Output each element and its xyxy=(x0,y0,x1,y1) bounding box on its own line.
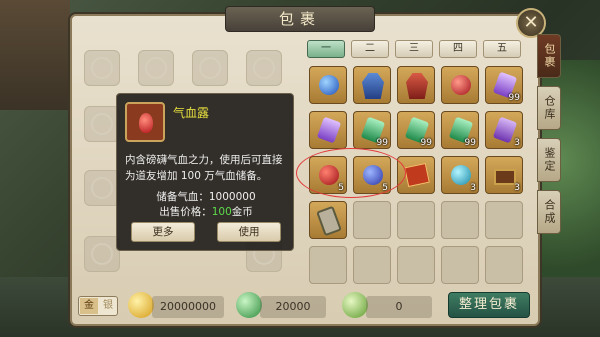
jade-icon xyxy=(236,292,262,318)
organize-bag-button[interactable]: 整理包裹 xyxy=(448,292,530,318)
red-robe-icon xyxy=(406,73,428,99)
building-roof xyxy=(0,0,70,110)
bind-toggle[interactable]: 金 银 xyxy=(78,296,118,316)
gold-coin-icon xyxy=(128,292,154,318)
gold-toggle-label: 金 xyxy=(80,298,98,314)
silver-toggle-label: 银 xyxy=(103,300,113,311)
panel-title: 包裹 xyxy=(225,6,375,32)
inventory-slot[interactable] xyxy=(309,111,347,149)
close-icon: ✕ xyxy=(523,12,539,33)
purple-crystal-icon xyxy=(316,116,342,144)
inventory-slot-empty[interactable] xyxy=(485,201,523,239)
inventory-slot[interactable]: 99 xyxy=(485,66,523,104)
inventory-slot-empty[interactable] xyxy=(397,201,435,239)
more-button[interactable]: 更多 xyxy=(131,222,195,242)
inventory-slot[interactable]: 3 xyxy=(485,111,523,149)
inventory-slot[interactable]: 99 xyxy=(397,111,435,149)
treasure-box-icon xyxy=(494,169,516,185)
price-value: 100 xyxy=(211,206,232,218)
inventory-slot[interactable] xyxy=(309,201,347,239)
tab-page-4[interactable]: 四 xyxy=(439,40,477,58)
inventory-slot-empty[interactable] xyxy=(353,246,391,284)
gourd-icon xyxy=(342,292,368,318)
highlight-ring xyxy=(296,148,406,198)
stat-label: 储备气血： xyxy=(156,191,209,203)
cyan-orb-icon xyxy=(451,165,471,185)
scroll-icon xyxy=(316,205,342,237)
item-tooltip: 气血露 内含磅礴气血之力，使用后可直接为道友增加 100 万气血储备。 储备气血… xyxy=(116,93,294,251)
price-unit: 金币 xyxy=(231,206,253,218)
price-label: 出售价格： xyxy=(159,206,212,218)
inventory-slot[interactable] xyxy=(309,66,347,104)
inventory-slot-empty[interactable] xyxy=(397,246,435,284)
side-tab-warehouse[interactable]: 仓库 xyxy=(537,86,561,130)
inventory-slot[interactable] xyxy=(441,66,479,104)
gold-amount: 20000000 xyxy=(152,296,224,318)
gourd-amount: 0 xyxy=(366,296,432,318)
tab-page-5[interactable]: 五 xyxy=(483,40,521,58)
jade-amount: 20000 xyxy=(260,296,326,318)
inventory-slot-empty[interactable] xyxy=(353,201,391,239)
equip-slot-sword[interactable] xyxy=(84,106,120,142)
equip-slot-boots[interactable] xyxy=(84,170,120,206)
red-potion-icon xyxy=(125,102,165,142)
currency-bar: 金 银 20000000 20000 0 整理包裹 xyxy=(78,292,538,322)
tab-page-3[interactable]: 三 xyxy=(395,40,433,58)
blue-robe-icon xyxy=(362,73,384,99)
inventory-slot[interactable] xyxy=(397,66,435,104)
red-book-icon xyxy=(404,162,430,188)
inventory-slot-empty[interactable] xyxy=(485,246,523,284)
equip-slot-bracelet[interactable] xyxy=(84,236,120,272)
stat-value: 1000000 xyxy=(208,191,256,203)
inventory-slot[interactable]: 3 xyxy=(441,156,479,194)
inventory-slot-empty[interactable] xyxy=(309,246,347,284)
side-tab-bag[interactable]: 包裹 xyxy=(537,34,561,78)
equip-slot-weapon[interactable] xyxy=(138,50,174,86)
inventory-slot-empty[interactable] xyxy=(441,246,479,284)
side-tab-identify[interactable]: 鉴定 xyxy=(537,138,561,182)
equip-slot-armor[interactable] xyxy=(192,50,228,86)
blue-orb-icon xyxy=(319,75,339,95)
equip-slot-ring[interactable] xyxy=(246,50,282,86)
use-button[interactable]: 使用 xyxy=(217,222,281,242)
item-price: 出售价格：100金币 xyxy=(117,204,295,219)
inventory-slot-empty[interactable] xyxy=(441,201,479,239)
inventory-slot[interactable]: 99 xyxy=(441,111,479,149)
inventory-slot[interactable]: 99 xyxy=(353,111,391,149)
tab-page-2[interactable]: 二 xyxy=(351,40,389,58)
equip-slot-necklace[interactable] xyxy=(84,50,120,86)
inventory-slot[interactable]: 3 xyxy=(485,156,523,194)
inventory-slot[interactable] xyxy=(353,66,391,104)
item-stat: 储备气血：1000000 xyxy=(117,189,295,204)
side-tab-synthesize[interactable]: 合成 xyxy=(537,190,561,234)
tab-page-1[interactable]: 一 xyxy=(307,40,345,58)
item-description: 内含磅礴气血之力，使用后可直接为道友增加 100 万气血储备。 xyxy=(125,154,283,182)
item-name: 气血露 xyxy=(173,106,210,120)
red-orb-icon xyxy=(451,75,471,95)
